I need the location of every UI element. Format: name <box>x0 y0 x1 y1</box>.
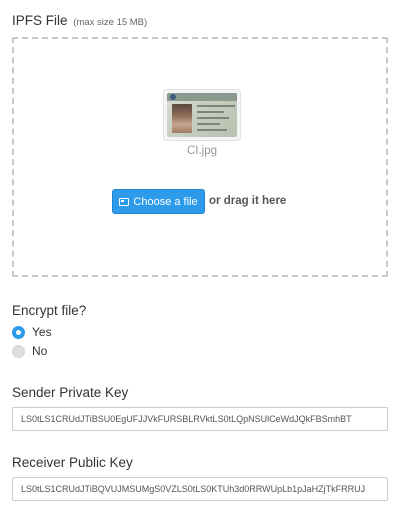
sender-private-key-input[interactable] <box>12 407 388 431</box>
file-dropzone[interactable]: CI.jpg Choose a file or drag it here <box>12 37 388 277</box>
encrypt-option-yes-label: Yes <box>32 325 52 339</box>
receiver-public-key-input[interactable] <box>12 477 388 501</box>
upload-label: IPFS File (max size 15 MB) <box>12 13 147 28</box>
receiver-key-label: Receiver Public Key <box>12 455 133 470</box>
drag-hint: or drag it here <box>209 195 287 207</box>
file-name: CI.jpg <box>186 145 218 157</box>
radio-checked-icon[interactable] <box>12 325 25 339</box>
encrypt-label: Encrypt file? <box>12 303 87 318</box>
file-thumbnail[interactable] <box>163 89 241 141</box>
image-icon <box>119 197 130 206</box>
upload-size-hint: (max size 15 MB) <box>73 17 148 28</box>
sender-key-label: Sender Private Key <box>12 385 129 400</box>
choose-file-label: Choose a file <box>133 195 198 208</box>
choose-file-button[interactable]: Choose a file <box>112 189 205 214</box>
radio-unchecked-icon[interactable] <box>12 344 25 358</box>
id-card-image <box>167 93 237 137</box>
upload-title: IPFS File <box>12 13 68 28</box>
encrypt-option-no-label: No <box>32 344 48 358</box>
encrypt-option-no[interactable]: No <box>12 344 47 358</box>
encrypt-option-yes[interactable]: Yes <box>12 325 52 339</box>
